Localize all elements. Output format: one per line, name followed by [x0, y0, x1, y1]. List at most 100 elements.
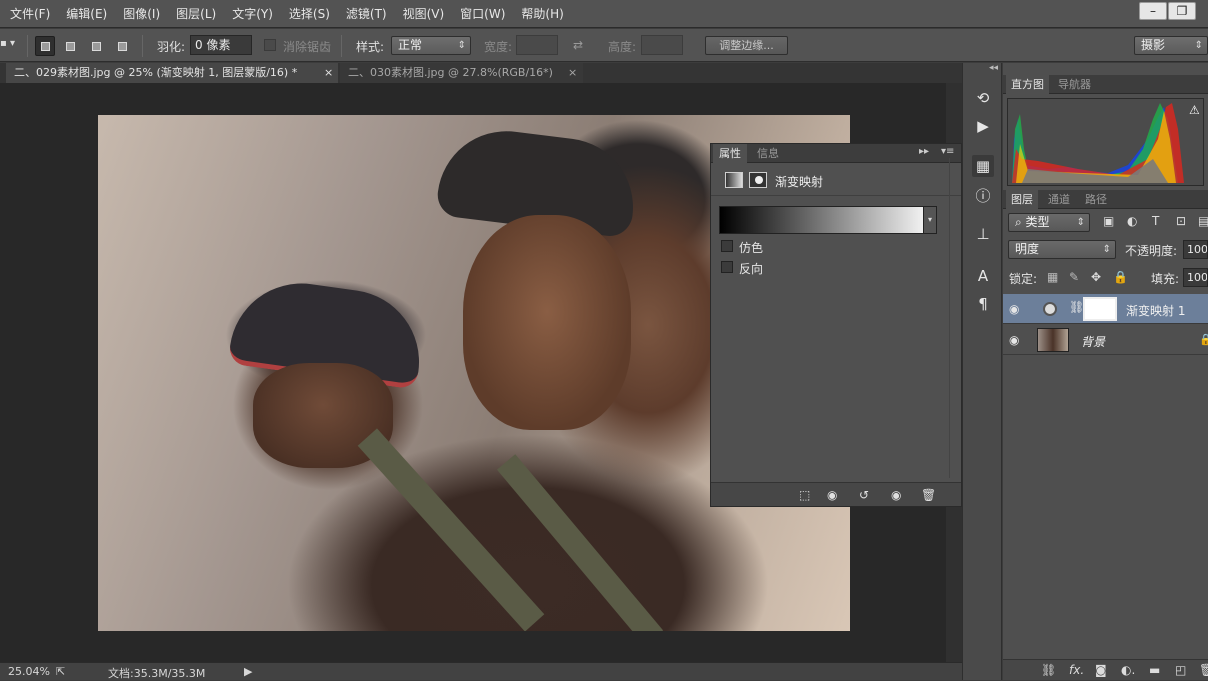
- zoom-level[interactable]: 25.04%: [8, 665, 50, 678]
- menu-item[interactable]: 图像(I): [115, 0, 168, 28]
- eye-icon[interactable]: ◉: [1009, 333, 1019, 347]
- character-icon[interactable]: A: [972, 265, 994, 287]
- filter-shape-icon[interactable]: ⊡: [1176, 214, 1186, 228]
- height-input[interactable]: [641, 35, 683, 55]
- tab-layers[interactable]: 图层: [1006, 190, 1038, 209]
- warning-icon[interactable]: ⚠: [1189, 103, 1200, 117]
- link-icon[interactable]: ⛓: [1069, 300, 1084, 314]
- reverse-checkbox[interactable]: [721, 261, 733, 273]
- subtract-from-selection-icon[interactable]: [86, 36, 106, 56]
- fx-icon[interactable]: fx.: [1069, 663, 1084, 677]
- filter-type-icon[interactable]: T: [1152, 214, 1159, 228]
- dither-checkbox[interactable]: [721, 240, 733, 252]
- properties-tabs: 属性 信息 ▸▸ ▾≡: [711, 144, 961, 163]
- clip-to-layer-icon[interactable]: ⬚: [799, 488, 810, 502]
- lock-image-icon[interactable]: ✎: [1069, 270, 1079, 284]
- menu-item[interactable]: 选择(S): [281, 0, 338, 28]
- delete-icon[interactable]: 🗑: [921, 488, 936, 502]
- refine-edge-button[interactable]: 调整边缘...: [705, 36, 788, 55]
- menu-item[interactable]: 编辑(E): [58, 0, 115, 28]
- layer-filter-select[interactable]: ⌕ 类型: [1008, 213, 1090, 232]
- panel-menu-icon[interactable]: ▾≡: [941, 146, 954, 157]
- swap-width-height-icon[interactable]: ⇄: [573, 38, 583, 52]
- menu-item[interactable]: 文件(F): [2, 0, 58, 28]
- toggle-visibility-icon[interactable]: ◉: [891, 488, 901, 502]
- gradient-picker[interactable]: [719, 206, 936, 234]
- resize-grip[interactable]: [949, 158, 959, 478]
- intersect-selection-icon[interactable]: [112, 36, 132, 56]
- clone-source-icon[interactable]: ⊥: [972, 223, 994, 245]
- filter-smart-object-icon[interactable]: ▤: [1198, 214, 1208, 228]
- status-bar: 25.04% ⇱ 文档:35.3M/35.3M ▶: [0, 662, 962, 680]
- navigator-tabs: 直方图 导航器: [1003, 75, 1208, 94]
- add-to-selection-icon[interactable]: [60, 36, 80, 56]
- divider: [27, 35, 28, 57]
- close-icon[interactable]: ×: [568, 63, 577, 83]
- style-select[interactable]: 正常: [391, 36, 471, 55]
- info-icon[interactable]: ⓘ: [972, 185, 994, 207]
- layer-mask-thumbnail[interactable]: [1083, 297, 1117, 321]
- search-icon: ⌕: [1015, 215, 1026, 229]
- properties-icon[interactable]: ▦: [972, 155, 994, 177]
- tab-properties[interactable]: 属性: [713, 144, 747, 163]
- feather-input[interactable]: 0 像素: [190, 35, 252, 55]
- new-layer-icon[interactable]: ◰: [1175, 663, 1186, 677]
- filter-kind: 类型: [1025, 215, 1050, 229]
- mask-icon[interactable]: [749, 172, 767, 188]
- add-mask-icon[interactable]: ◙: [1095, 663, 1107, 677]
- collapse-icon[interactable]: ▸▸: [919, 146, 929, 157]
- link-layers-icon[interactable]: ⛓: [1041, 663, 1056, 677]
- export-icon[interactable]: ⇱: [56, 665, 65, 678]
- history-icon[interactable]: ⟲: [972, 87, 994, 109]
- view-previous-icon[interactable]: ◉: [827, 488, 837, 502]
- tab-doc-029[interactable]: 二、029素材图.jpg @ 25% (渐变映射 1, 图层蒙版/16) * ×: [6, 63, 338, 83]
- antialias-checkbox[interactable]: [264, 39, 276, 51]
- filter-adjustment-icon[interactable]: ◐: [1127, 214, 1137, 228]
- eye-icon[interactable]: ◉: [1009, 302, 1019, 316]
- blend-mode-select[interactable]: 明度: [1008, 240, 1116, 259]
- close-icon[interactable]: ×: [324, 63, 333, 83]
- layer-name[interactable]: 渐变映射 1: [1126, 302, 1185, 319]
- lock-transparent-icon[interactable]: ▦: [1047, 270, 1058, 284]
- gradient-map-icon: [725, 172, 743, 188]
- paragraph-icon[interactable]: ¶: [972, 293, 994, 315]
- tab-info[interactable]: 信息: [751, 144, 785, 163]
- new-adjustment-icon[interactable]: ◐.: [1121, 663, 1135, 677]
- filter-pixel-icon[interactable]: ▣: [1103, 214, 1114, 228]
- menu-item[interactable]: 滤镜(T): [338, 0, 395, 28]
- fill-input[interactable]: 100%: [1183, 268, 1208, 287]
- menu-item[interactable]: 图层(L): [168, 0, 224, 28]
- menu-item[interactable]: 文字(Y): [224, 0, 281, 28]
- new-group-icon[interactable]: ▬: [1149, 663, 1160, 677]
- chevron-down-icon[interactable]: ▾: [923, 206, 937, 234]
- workspace-select[interactable]: 摄影: [1134, 36, 1208, 55]
- restore-button[interactable]: ❐: [1168, 2, 1196, 20]
- collapse-icon[interactable]: ◂◂: [989, 63, 998, 73]
- reset-icon[interactable]: ↺: [859, 488, 869, 502]
- properties-footer: ⬚ ◉ ↺ ◉ 🗑: [711, 482, 961, 506]
- layer-name[interactable]: 背景: [1081, 333, 1105, 350]
- tab-doc-030[interactable]: 二、030素材图.jpg @ 27.8%(RGB/16*) ×: [340, 63, 583, 83]
- tab-navigator[interactable]: 导航器: [1053, 75, 1096, 94]
- tab-paths[interactable]: 路径: [1080, 190, 1112, 209]
- dither-label: 仿色: [739, 241, 764, 255]
- actions-icon[interactable]: ▶: [972, 115, 994, 137]
- lock-position-icon[interactable]: ✥: [1091, 270, 1101, 284]
- new-selection-icon[interactable]: [35, 36, 55, 56]
- menu-item[interactable]: 视图(V): [395, 0, 453, 28]
- tool-preset-icon[interactable]: ▪ ▾: [0, 38, 22, 54]
- width-input[interactable]: [516, 35, 558, 55]
- delete-icon[interactable]: 🗑: [1199, 663, 1208, 677]
- lock-label: 锁定:: [1009, 272, 1038, 286]
- layer-row-gradient-map[interactable]: ◉ ⛓ 渐变映射 1: [1003, 294, 1208, 324]
- opacity-input[interactable]: 100%: [1183, 240, 1208, 259]
- menu-item[interactable]: 帮助(H): [513, 0, 571, 28]
- status-menu-icon[interactable]: ▶: [244, 665, 252, 678]
- tab-channels[interactable]: 通道: [1043, 190, 1075, 209]
- minimize-button[interactable]: –: [1139, 2, 1167, 20]
- lock-all-icon[interactable]: 🔒: [1113, 270, 1128, 284]
- layer-thumbnail: [1037, 328, 1069, 352]
- tab-histogram[interactable]: 直方图: [1006, 75, 1049, 94]
- layer-row-background[interactable]: ◉ 背景 🔒: [1003, 325, 1208, 355]
- menu-item[interactable]: 窗口(W): [452, 0, 513, 28]
